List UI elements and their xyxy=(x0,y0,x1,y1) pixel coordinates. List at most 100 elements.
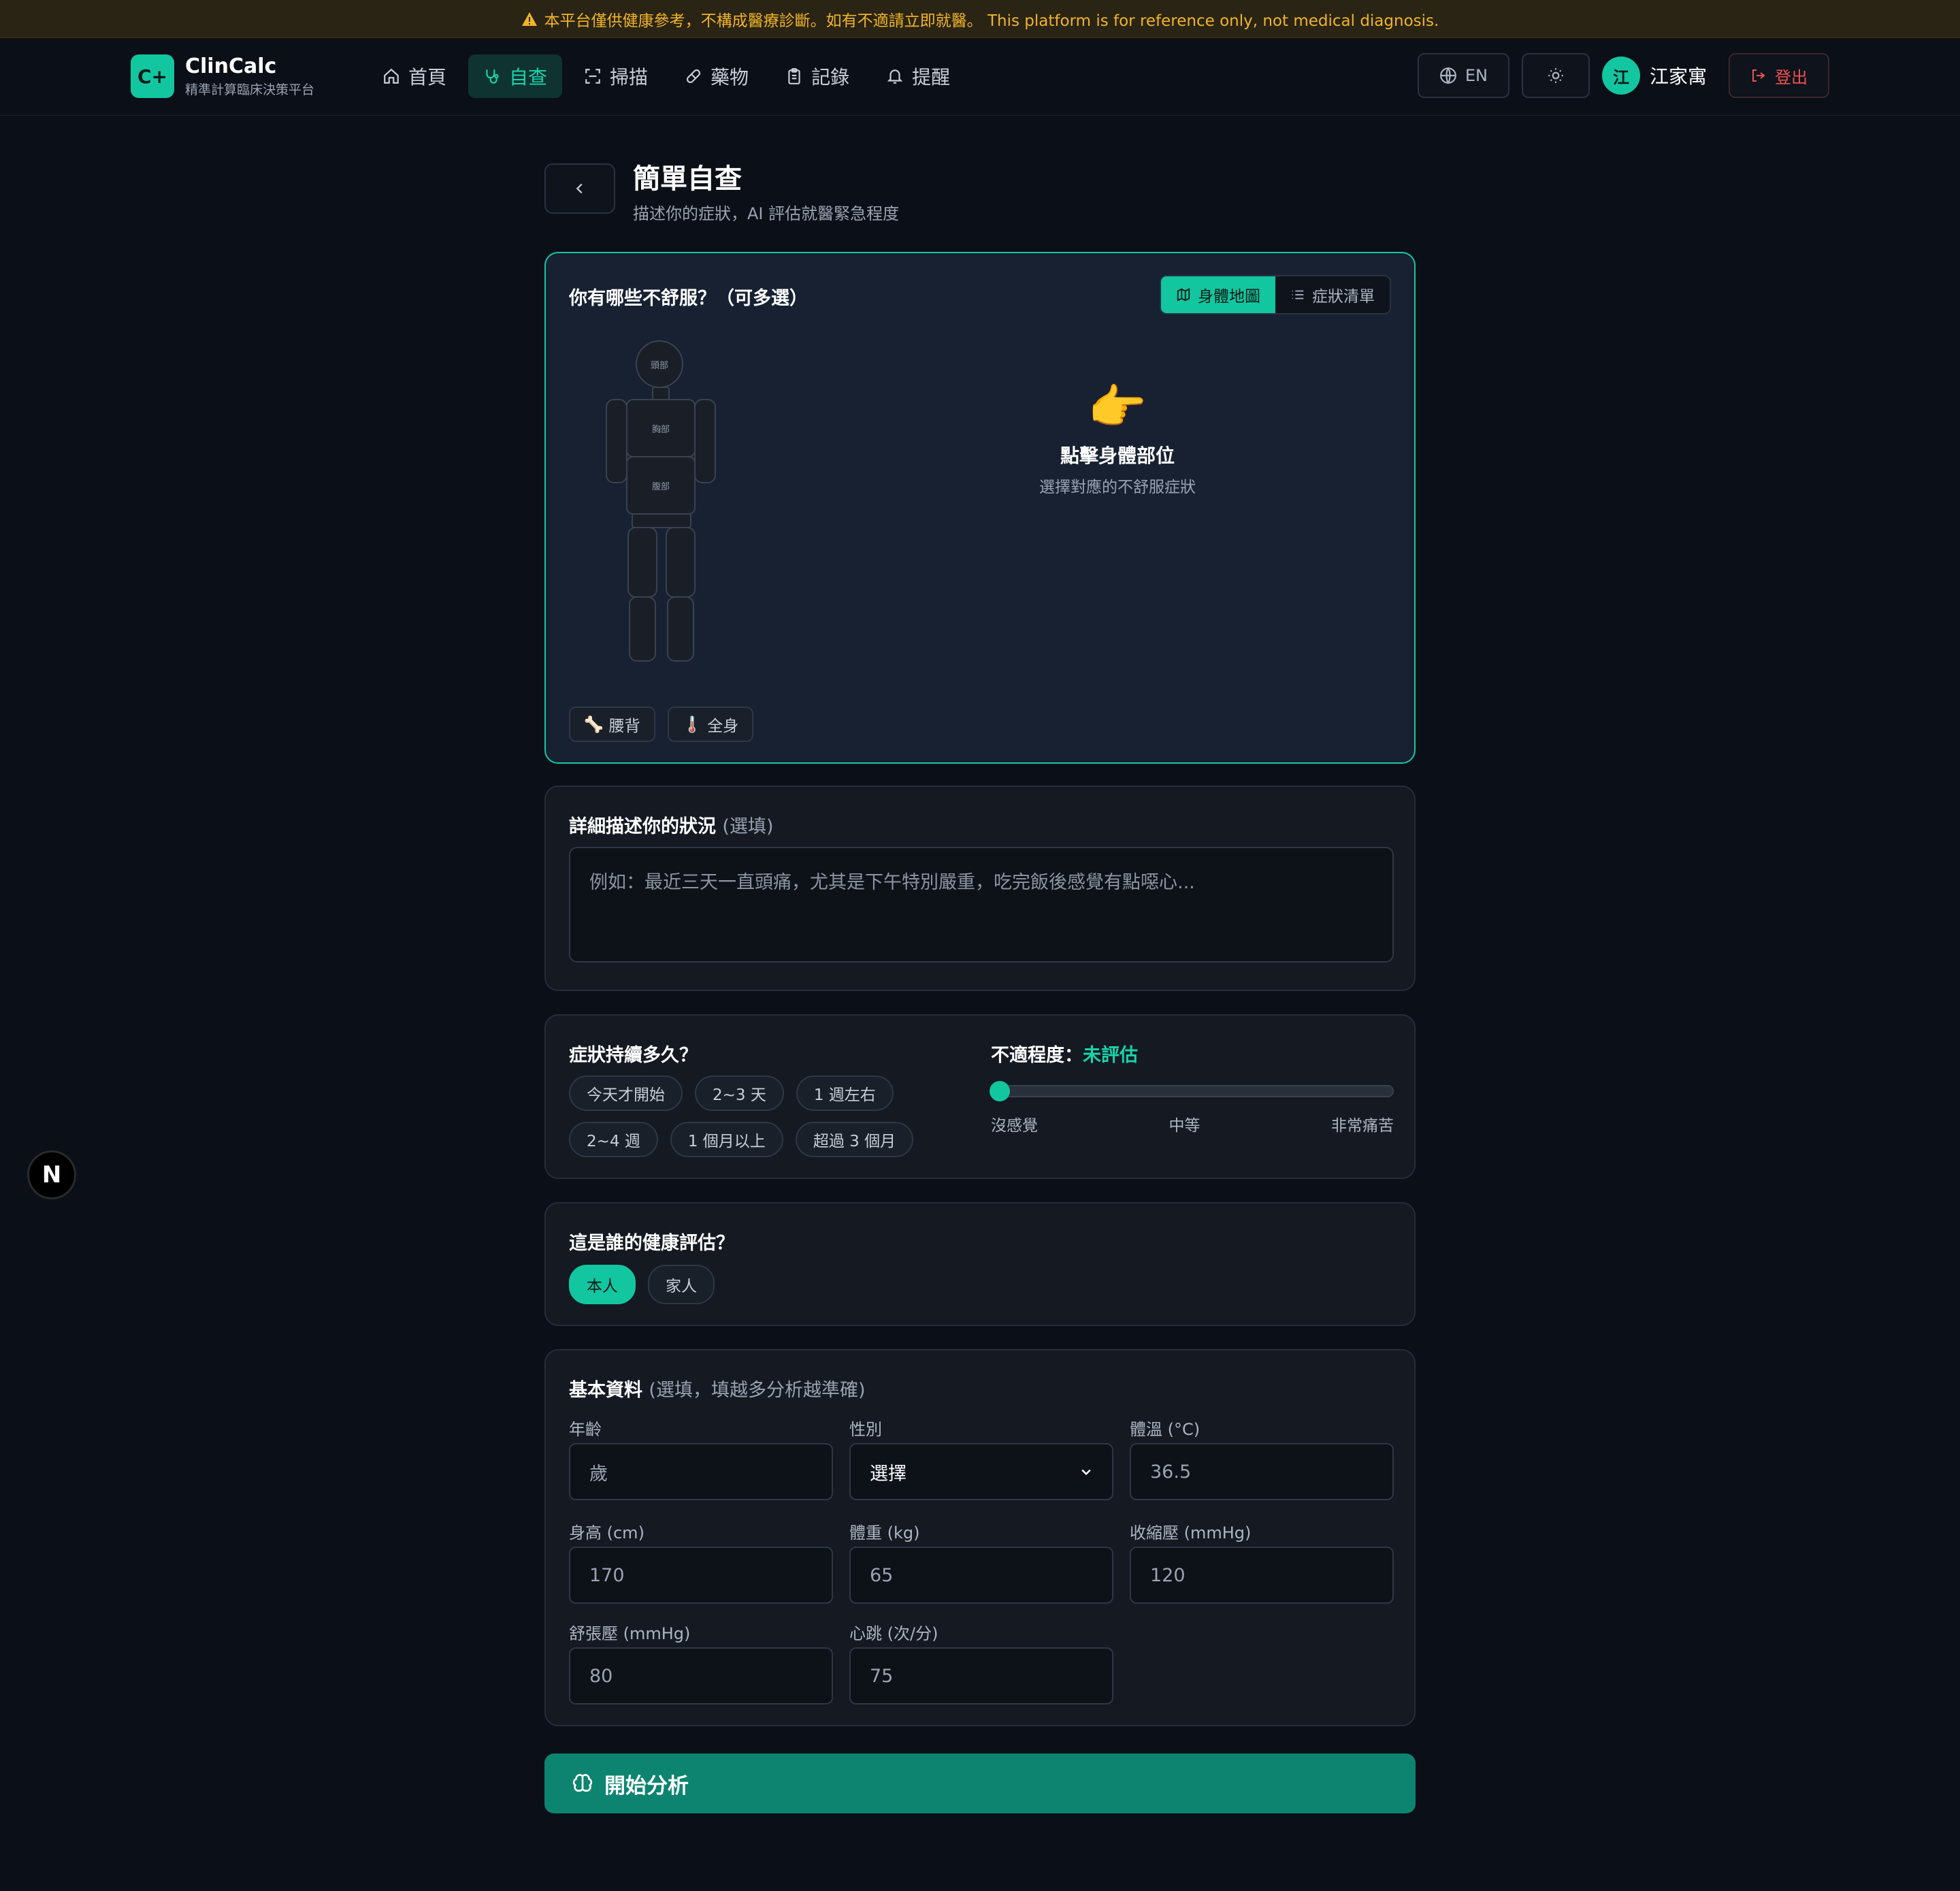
details-textarea[interactable]: 例如：最近三天一直頭痛，尤其是下午特別嚴重，吃完飯後感覺有點噁心... xyxy=(569,847,1394,963)
gender-select[interactable]: 選擇 xyxy=(849,1443,1113,1500)
subject-options: 本人 家人 xyxy=(569,1265,715,1304)
hint-title: 點擊身體部位 xyxy=(1060,445,1175,467)
main-content: 簡單自查 描述你的症狀，AI 評估就醫緊急程度 你有哪些不舒服？（可多選） 身體… xyxy=(544,163,1416,1813)
weight-label: 體重 (kg) xyxy=(849,1523,920,1542)
heart-rate-label: 心跳 (次/分) xyxy=(849,1624,938,1643)
symptom-question: 你有哪些不舒服？（可多選） xyxy=(569,288,808,309)
pointing-hand-icon: 👉 xyxy=(1088,379,1147,435)
next-devtools-button[interactable]: N xyxy=(27,1150,76,1199)
basic-title: 基本資料 (選填，填越多分析越準確) xyxy=(569,1380,866,1401)
nav-item-medication[interactable]: 藥物 xyxy=(670,54,764,98)
temperature-label: 體溫 (°C) xyxy=(1130,1420,1200,1439)
chip-lower-back[interactable]: 🦴 腰背 xyxy=(569,707,655,742)
subject-title: 這是誰的健康評估？ xyxy=(569,1233,734,1254)
duration-severity-card: 症狀持續多久？ 今天才開始 2~3 天 1 週左右 2~4 週 1 個月以上 超… xyxy=(544,1014,1416,1179)
slider-thumb[interactable] xyxy=(990,1081,1010,1101)
duration-option[interactable]: 2~4 週 xyxy=(569,1122,658,1157)
start-analysis-button[interactable]: 開始分析 xyxy=(544,1753,1416,1813)
logout-label: 登出 xyxy=(1775,67,1808,87)
user-name[interactable]: 江家寓 xyxy=(1650,62,1707,89)
tab-body-map[interactable]: 身體地圖 xyxy=(1161,276,1275,313)
body-part-chest[interactable]: 胸部 xyxy=(626,399,696,457)
systolic-label: 收縮壓 (mmHg) xyxy=(1130,1523,1252,1542)
details-card: 詳細描述你的狀況 (選填) 例如：最近三天一直頭痛，尤其是下午特別嚴重，吃完飯後… xyxy=(544,786,1416,991)
body-part-left-arm[interactable] xyxy=(606,399,627,483)
body-part-left-leg[interactable] xyxy=(629,596,656,662)
nav-item-scan[interactable]: 掃描 xyxy=(569,54,663,98)
tab-symptom-list[interactable]: 症狀清單 xyxy=(1275,276,1390,313)
height-label: 身高 (cm) xyxy=(569,1523,644,1542)
pill-icon xyxy=(687,69,701,84)
warning-icon xyxy=(521,12,537,26)
chevron-left-icon xyxy=(576,183,583,194)
list-icon xyxy=(1292,290,1304,300)
map-icon xyxy=(1177,288,1190,302)
subject-family-button[interactable]: 家人 xyxy=(648,1265,715,1304)
details-title: 詳細描述你的狀況 (選填) xyxy=(569,816,774,837)
temperature-input[interactable]: 36.5 xyxy=(1130,1443,1394,1500)
duration-option[interactable]: 2~3 天 xyxy=(695,1076,784,1111)
sun-icon xyxy=(1548,68,1563,83)
duration-option[interactable]: 1 個月以上 xyxy=(670,1122,783,1157)
nav-actions: EN 江 江家寓 登出 xyxy=(1417,53,1829,98)
disclaimer-text: 本平台僅供健康參考，不構成醫療診斷。如有不適請立即就醫。 This platfo… xyxy=(544,12,1439,30)
scan-icon xyxy=(585,69,600,84)
body-part-pelvis[interactable] xyxy=(632,513,691,528)
duration-title: 症狀持續多久？ xyxy=(569,1045,698,1066)
subject-self-button[interactable]: 本人 xyxy=(569,1265,636,1304)
body-part-neck[interactable] xyxy=(652,387,670,400)
diastolic-input[interactable]: 80 xyxy=(569,1647,833,1704)
duration-option[interactable]: 1 週左右 xyxy=(796,1076,894,1111)
age-input[interactable]: 歲 xyxy=(569,1443,833,1500)
body-part-right-arm[interactable] xyxy=(694,399,716,483)
logout-button[interactable]: 登出 xyxy=(1729,53,1829,98)
page-header: 簡單自查 描述你的症狀，AI 評估就醫緊急程度 xyxy=(544,163,1416,224)
top-navbar: C+ ClinCalc 精準計算臨床決策平台 首頁 自查 掃描 藥物 記錄 提醒… xyxy=(0,38,1960,116)
back-button[interactable] xyxy=(544,163,615,214)
nav-item-reminders[interactable]: 提醒 xyxy=(871,54,965,98)
basic-info-card: 基本資料 (選填，填越多分析越準確) 年齡 歲 性別 選擇 體溫 (°C) 36… xyxy=(544,1349,1416,1726)
bone-icon: 🦴 xyxy=(584,715,604,734)
gender-label: 性別 xyxy=(849,1420,882,1439)
language-toggle[interactable]: EN xyxy=(1417,53,1509,98)
body-part-right-thigh[interactable] xyxy=(666,527,696,598)
globe-icon xyxy=(1439,67,1456,84)
user-avatar[interactable]: 江 xyxy=(1601,56,1640,95)
nav-label: 提醒 xyxy=(912,66,951,88)
severity-title: 不適程度：未評估 xyxy=(991,1045,1138,1066)
chevron-down-icon xyxy=(1081,1469,1091,1476)
logout-icon xyxy=(1752,69,1765,82)
body-map-hint: 👉 點擊身體部位 選擇對應的不舒服症狀 xyxy=(927,380,1308,497)
body-part-left-thigh[interactable] xyxy=(627,527,657,598)
heart-rate-input[interactable]: 75 xyxy=(849,1647,1113,1704)
nav-item-home[interactable]: 首頁 xyxy=(368,54,461,98)
language-label: EN xyxy=(1465,66,1488,85)
brand-logo[interactable]: C+ ClinCalc 精準計算臨床決策平台 xyxy=(131,54,314,98)
view-toggle: 身體地圖 症狀清單 xyxy=(1160,275,1391,314)
severity-slider[interactable] xyxy=(990,1081,1394,1101)
brand-name: ClinCalc xyxy=(185,54,277,78)
systolic-input[interactable]: 120 xyxy=(1130,1547,1394,1604)
nav-item-records[interactable]: 記錄 xyxy=(770,54,864,98)
body-part-abdomen[interactable]: 腹部 xyxy=(626,456,696,515)
duration-option[interactable]: 今天才開始 xyxy=(569,1076,683,1111)
body-part-head[interactable]: 頭部 xyxy=(636,340,683,388)
diastolic-label: 舒張壓 (mmHg) xyxy=(569,1624,691,1643)
thermometer-icon: 🌡️ xyxy=(682,715,702,734)
theme-toggle[interactable] xyxy=(1521,53,1590,98)
main-nav: 首頁 自查 掃描 藥物 記錄 提醒 xyxy=(368,54,965,98)
nav-label: 掃描 xyxy=(610,66,649,88)
height-input[interactable]: 170 xyxy=(569,1547,833,1604)
brand-tagline: 精準計算臨床決策平台 xyxy=(185,82,315,97)
page-subtitle: 描述你的症狀，AI 評估就醫緊急程度 xyxy=(633,204,900,223)
severity-value: 未評估 xyxy=(1083,1045,1138,1066)
nav-label: 記錄 xyxy=(811,66,850,88)
nav-item-selfcheck[interactable]: 自查 xyxy=(468,54,563,98)
duration-option[interactable]: 超過 3 個月 xyxy=(795,1122,914,1157)
body-map: 頭部 胸部 腹部 xyxy=(606,340,721,667)
chip-whole-body[interactable]: 🌡️ 全身 xyxy=(667,707,754,742)
body-part-right-leg[interactable] xyxy=(667,596,694,662)
weight-input[interactable]: 65 xyxy=(849,1547,1113,1604)
clipboard-icon xyxy=(788,68,800,84)
brain-icon xyxy=(572,1774,593,1792)
